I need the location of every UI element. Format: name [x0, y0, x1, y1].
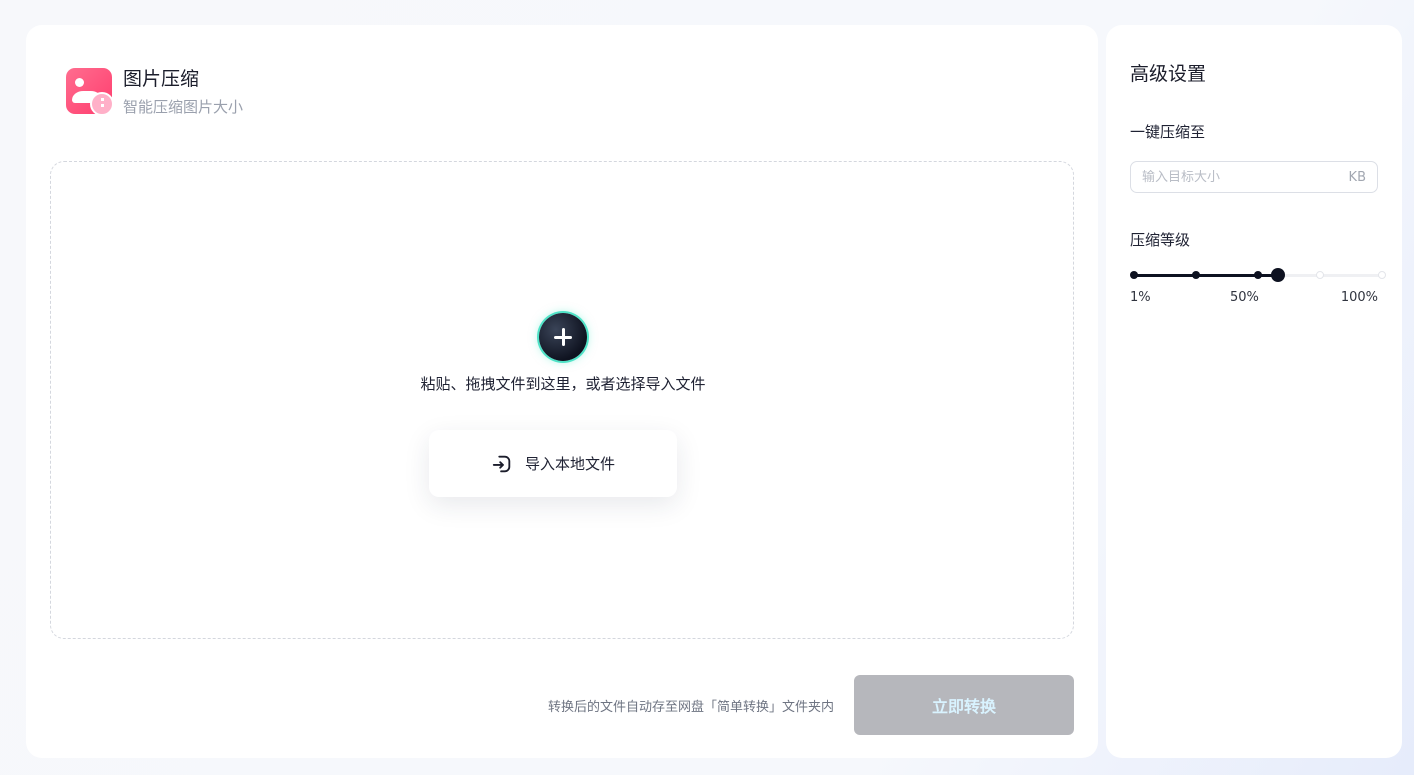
- import-local-file-button[interactable]: 导入本地文件: [429, 430, 677, 497]
- save-location-note: 转换后的文件自动存至网盘「简单转换」文件夹内: [547, 700, 834, 715]
- slider-thumb[interactable]: [1270, 268, 1285, 282]
- plus-icon[interactable]: [539, 313, 587, 361]
- app-title: 图片压缩: [123, 68, 200, 90]
- settings-title: 高级设置: [1130, 63, 1207, 85]
- slider-max-label: 100%: [1340, 290, 1378, 305]
- image-compress-icon: [66, 68, 114, 116]
- advanced-settings-panel: 高级设置 一键压缩至 KB 压缩等级 1% 50% 100%: [1106, 25, 1402, 758]
- slider-min-label: 1%: [1130, 290, 1151, 305]
- file-drop-zone[interactable]: 粘贴、拖拽文件到这里，或者选择导入文件 导入本地文件: [50, 161, 1074, 639]
- app-header: 图片压缩 智能压缩图片大小: [66, 68, 243, 118]
- sun-icon: [75, 78, 84, 87]
- target-size-input[interactable]: [1142, 169, 1349, 185]
- file-import-icon: [492, 455, 511, 472]
- zip-badge-icon: [90, 92, 114, 116]
- import-button-label: 导入本地文件: [524, 455, 615, 473]
- app-subtitle: 智能压缩图片大小: [123, 98, 244, 116]
- slider-stop[interactable]: [1316, 271, 1324, 279]
- target-size-label: 一键压缩至: [1130, 123, 1206, 141]
- slider-stop[interactable]: [1378, 271, 1386, 279]
- slider-stop[interactable]: [1254, 271, 1262, 279]
- convert-now-button[interactable]: 立即转换: [854, 675, 1074, 735]
- compression-level-slider[interactable]: [1130, 268, 1386, 282]
- slider-stop[interactable]: [1192, 271, 1200, 279]
- size-unit: KB: [1348, 169, 1366, 185]
- compression-level-label: 压缩等级: [1130, 231, 1191, 249]
- target-size-field[interactable]: KB: [1130, 161, 1378, 193]
- slider-stop[interactable]: [1130, 271, 1138, 279]
- slider-mid-label: 50%: [1230, 290, 1259, 305]
- drop-hint: 粘贴、拖拽文件到这里，或者选择导入文件: [420, 375, 706, 393]
- main-panel: 图片压缩 智能压缩图片大小 粘贴、拖拽文件到这里，或者选择导入文件 导入本地文件…: [26, 25, 1098, 758]
